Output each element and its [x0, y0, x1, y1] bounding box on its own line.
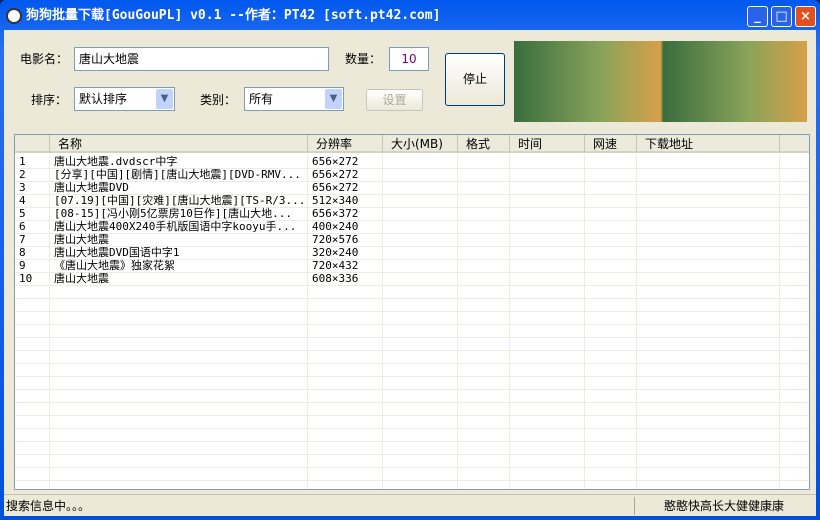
row-resolution: 512×340 — [312, 194, 359, 207]
row-resolution: 656×372 — [312, 207, 359, 220]
category-label: 类别： — [200, 93, 237, 107]
row-name: 唐山大地震DVD国语中字1 — [54, 246, 180, 259]
row-index: 10 — [19, 272, 33, 285]
row-name: [07.19][中国][灾难][唐山大地震][TS-R/3... — [54, 194, 306, 207]
table-row[interactable]: 6 唐山大地震400X240手机版国语中字kooyu手... 400×240 — [15, 220, 809, 233]
row-index: 2 — [19, 168, 26, 181]
table-row[interactable]: 10 唐山大地震 608×336 — [15, 272, 809, 285]
grid-line — [15, 415, 809, 416]
table-row[interactable]: 4 [07.19][中国][灾难][唐山大地震][TS-R/3... 512×340 — [15, 194, 809, 207]
grid-line — [15, 285, 809, 286]
column-header[interactable]: 时间 — [510, 135, 585, 153]
client-area: 电影名： 唐山大地震 数量： 10 排序： 默认排序 ▼ 类别： 所有 ▼ 设置… — [4, 30, 816, 516]
column-header[interactable]: 分辨率 — [308, 135, 383, 153]
table-row[interactable]: 8 唐山大地震DVD国语中字1 320×240 — [15, 246, 809, 259]
row-name: [08-15][冯小刚5亿票房10巨作][唐山大地... — [54, 207, 292, 220]
grid-line — [15, 376, 809, 377]
row-index: 6 — [19, 220, 26, 233]
grid-line — [15, 467, 809, 468]
row-resolution: 720×576 — [312, 233, 359, 246]
sort-label: 排序： — [31, 93, 68, 107]
sort-select[interactable]: 默认排序 ▼ — [74, 87, 175, 111]
row-index: 8 — [19, 246, 26, 259]
table-row[interactable]: 3 唐山大地震DVD 656×272 — [15, 181, 809, 194]
table-row[interactable]: 1 唐山大地震.dvdscr中字 656×272 — [15, 155, 809, 168]
grid-line — [15, 298, 809, 299]
movie-poster-image — [514, 41, 807, 122]
row-index: 9 — [19, 259, 26, 272]
grid-line — [15, 441, 809, 442]
row-name: [分享][中国][剧情][唐山大地震][DVD-RMV... — [54, 168, 301, 181]
column-header[interactable] — [15, 135, 50, 153]
row-name: 唐山大地震 — [54, 272, 109, 285]
grid-line — [15, 428, 809, 429]
row-name: 唐山大地震400X240手机版国语中字kooyu手... — [54, 220, 297, 233]
row-index: 1 — [19, 155, 26, 168]
row-name: 唐山大地震.dvdscr中字 — [54, 155, 178, 168]
status-bar: 搜索信息中。。。 憨憨快高长大健健康康 — [4, 494, 816, 516]
title-bar: 狗狗批量下载[GouGouPL] v0.1 --作者：PT42 [soft.pt… — [4, 4, 816, 28]
movie-name-label: 电影名： — [20, 52, 69, 66]
row-resolution: 656×272 — [312, 168, 359, 181]
column-header[interactable]: 下载地址 — [637, 135, 780, 153]
grid-line — [15, 324, 809, 325]
row-index: 3 — [19, 181, 26, 194]
row-resolution: 608×336 — [312, 272, 359, 285]
count-label: 数量： — [345, 52, 382, 66]
grid-line — [15, 350, 809, 351]
status-text: 搜索信息中。。。 — [6, 499, 91, 513]
grid-line — [15, 480, 809, 481]
results-table[interactable]: 名称 分辨率 大小(MB) 格式 时间 网速 下载地址 1 唐山大地震.dvdscr中字 656… — [14, 134, 810, 490]
table-row[interactable]: 5 [08-15][冯小刚5亿票房10巨作][唐山大地... 656×372 — [15, 207, 809, 220]
grid-line — [15, 363, 809, 364]
settings-button[interactable]: 设置 — [366, 89, 423, 111]
sort-value: 默认排序 — [79, 92, 128, 106]
row-resolution: 656×272 — [312, 155, 359, 168]
row-name: 唐山大地震DVD — [54, 181, 129, 194]
grid-line — [15, 402, 809, 403]
category-select[interactable]: 所有 ▼ — [244, 87, 344, 111]
column-header[interactable]: 格式 — [458, 135, 510, 153]
row-name: 《唐山大地震》独家花絮 — [54, 259, 175, 272]
app-window: 狗狗批量下载[GouGouPL] v0.1 --作者：PT42 [soft.pt… — [0, 0, 820, 520]
category-value: 所有 — [249, 92, 274, 106]
movie-name-input[interactable]: 唐山大地震 — [74, 47, 329, 71]
column-header[interactable]: 名称 — [50, 135, 308, 153]
row-resolution: 656×272 — [312, 181, 359, 194]
app-logo-icon — [6, 8, 22, 24]
close-button[interactable]: × — [795, 6, 816, 27]
row-index: 4 — [19, 194, 26, 207]
grid-line — [15, 337, 809, 338]
row-resolution: 320×240 — [312, 246, 359, 259]
row-resolution: 400×240 — [312, 220, 359, 233]
chevron-down-icon[interactable]: ▼ — [325, 89, 342, 109]
window-title: 狗狗批量下载[GouGouPL] v0.1 --作者：PT42 [soft.pt… — [26, 8, 441, 23]
table-row[interactable]: 9 《唐山大地震》独家花絮 720×432 — [15, 259, 809, 272]
table-row[interactable]: 7 唐山大地震 720×576 — [15, 233, 809, 246]
table-header: 名称 分辨率 大小(MB) 格式 时间 网速 下载地址 — [15, 135, 809, 153]
stop-button[interactable]: 停止 — [445, 53, 505, 106]
status-message: 憨憨快高长大健健康康 — [664, 499, 785, 513]
grid-line — [15, 311, 809, 312]
table-row[interactable]: 2 [分享][中国][剧情][唐山大地震][DVD-RMV... 656×272 — [15, 168, 809, 181]
grid-line — [15, 454, 809, 455]
row-index: 5 — [19, 207, 26, 220]
grid-line — [15, 389, 809, 390]
minimize-button[interactable]: _ — [747, 6, 768, 27]
row-resolution: 720×432 — [312, 259, 359, 272]
maximize-button[interactable]: □ — [771, 6, 792, 27]
count-input[interactable]: 10 — [389, 47, 429, 71]
column-header[interactable]: 网速 — [585, 135, 637, 153]
chevron-down-icon[interactable]: ▼ — [156, 89, 173, 109]
row-name: 唐山大地震 — [54, 233, 109, 246]
column-header[interactable]: 大小(MB) — [383, 135, 458, 153]
row-index: 7 — [19, 233, 26, 246]
